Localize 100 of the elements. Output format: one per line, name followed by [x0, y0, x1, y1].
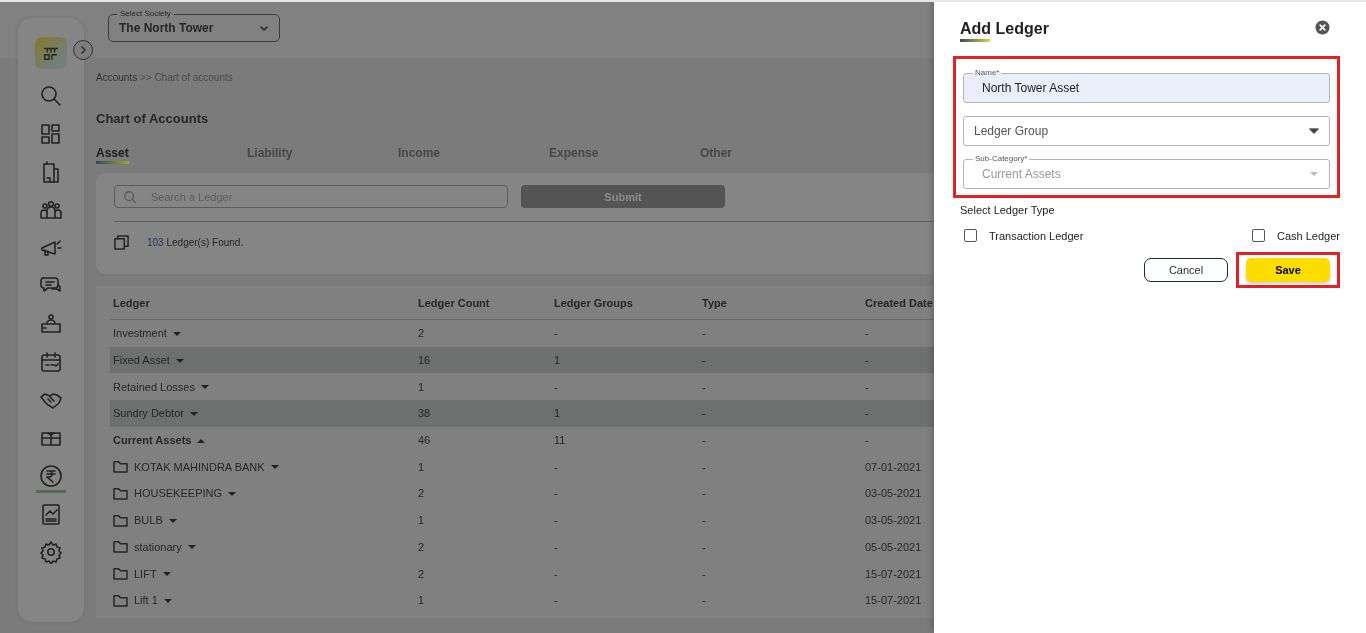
chart-report-icon [39, 502, 63, 526]
expand-caret-icon[interactable] [162, 572, 171, 577]
table-cell-text: 2 [418, 540, 426, 553]
table-cell-text: - [865, 327, 870, 340]
table-cell-text: 16 [418, 354, 432, 367]
expand-caret-icon[interactable] [270, 465, 279, 470]
table-cell-text: 07-01-2021 [865, 460, 923, 473]
ledger-name[interactable]: Lift 1 [134, 594, 158, 607]
ledger-name[interactable]: Current Assets [113, 434, 192, 447]
expand-caret-icon[interactable] [175, 358, 184, 363]
ledger-count-text: 103 Ledger(s) Found. [147, 237, 244, 248]
expand-sidebar-button[interactable] [73, 40, 93, 60]
folder-icon [113, 513, 128, 527]
checkbox-label[interactable]: Transaction Ledger [989, 229, 1084, 242]
people-icon [39, 198, 63, 222]
ledger-name[interactable]: LIFT [134, 567, 157, 580]
table-cell-text: 03-05-2021 [865, 514, 923, 527]
submit-button[interactable]: Submit [521, 185, 725, 208]
table-cell-text: 2 [418, 327, 426, 340]
table-cell-text: 1 [418, 460, 426, 473]
table-cell-text: - [702, 380, 707, 393]
ledger-name[interactable]: Investment [113, 327, 167, 340]
expand-caret-icon[interactable] [228, 491, 237, 496]
table-cell-text: - [702, 354, 707, 367]
table-cell-text: - [865, 354, 870, 367]
table-cell-text: 38 [418, 407, 432, 420]
copy-icon[interactable] [114, 235, 129, 250]
dropdown-caret-icon [1309, 128, 1319, 134]
table-cell-text: 1 [418, 380, 426, 393]
ledger-group-select[interactable]: Ledger Group [963, 116, 1330, 146]
table-cell-text: 1 [554, 407, 562, 420]
checkbox[interactable] [964, 229, 977, 242]
table-cell-text: 03-05-2021 [865, 487, 923, 500]
expand-caret-icon[interactable] [189, 411, 198, 416]
table-cell-text: - [554, 327, 559, 340]
checkbox[interactable] [1252, 229, 1265, 242]
search-icon [123, 189, 137, 204]
close-icon[interactable] [1315, 20, 1330, 35]
table-cell-text: 11 [554, 434, 567, 447]
column-header: Ledger Count [418, 296, 491, 309]
table-cell-text: - [554, 594, 559, 607]
table-cell-text: 1 [554, 354, 562, 367]
breadcrumb-link[interactable]: Accounts [96, 72, 138, 83]
page-title: Chart of Accounts [96, 111, 210, 126]
search-icon [39, 84, 63, 108]
grid-icon [39, 122, 63, 146]
table-cell-text: - [554, 514, 559, 527]
panel-title: Add Ledger [960, 20, 1049, 42]
table-cell-text: - [702, 487, 707, 500]
table-cell-text: - [702, 567, 707, 580]
settings-icon [39, 540, 63, 564]
save-button[interactable]: Save [1246, 258, 1330, 282]
dropdown-caret-icon [1309, 171, 1319, 177]
table-cell-text: - [865, 380, 870, 393]
expand-caret-icon[interactable] [172, 331, 181, 336]
table-cell-text: 15-07-2021 [865, 567, 923, 580]
collapse-caret-icon[interactable] [197, 438, 206, 443]
table-cell-text: - [554, 540, 559, 553]
ledger-name[interactable]: Sundry Debtor [113, 407, 184, 420]
folder-icon [113, 540, 128, 554]
ledger-name[interactable]: stationary [134, 540, 182, 553]
table-cell-text: - [865, 407, 870, 420]
expand-caret-icon[interactable] [187, 545, 196, 550]
checkbox-label[interactable]: Cash Ledger [1277, 229, 1340, 242]
tab[interactable]: Asset [96, 146, 129, 164]
table-cell-text: - [702, 434, 707, 447]
ledger-name[interactable]: Fixed Asset [113, 354, 170, 367]
table-cell-text: 1 [418, 594, 426, 607]
column-header: Ledger [113, 296, 151, 309]
table-cell-text: - [702, 594, 707, 607]
folder-icon [113, 486, 128, 500]
table-cell-text: 05-05-2021 [865, 540, 923, 553]
folder-icon [113, 593, 128, 607]
table-cell-text: - [554, 380, 559, 393]
table-cell-text: - [554, 487, 559, 500]
nav-item[interactable] [36, 464, 66, 493]
field-label: Select Society [117, 9, 174, 18]
column-header: Ledger Groups [554, 296, 634, 309]
table-cell-text: - [865, 434, 870, 447]
app-logo[interactable] [35, 37, 67, 69]
chevron-right-icon [78, 45, 88, 55]
column-header: Created Date [865, 296, 934, 309]
section-label: Select Ledger Type [960, 204, 1056, 216]
desk-icon [39, 312, 63, 336]
expand-caret-icon[interactable] [163, 598, 172, 603]
ledger-name[interactable]: Retained Losses [113, 380, 195, 393]
table-cell-text: 1 [418, 514, 426, 527]
table-cell-text: 2 [418, 487, 426, 500]
rupee-icon [39, 464, 63, 488]
expand-caret-icon[interactable] [168, 518, 177, 523]
table-cell-text: - [554, 460, 559, 473]
ledger-name[interactable]: BULB [134, 514, 163, 527]
ledger-name[interactable]: HOUSEKEEPING [134, 487, 223, 500]
ledger-name[interactable]: KOTAK MAHINDRA BANK [134, 460, 265, 473]
chevron-down-icon [259, 23, 269, 33]
table-cell-text: - [702, 540, 707, 553]
expand-caret-icon[interactable] [200, 385, 209, 390]
table-cell-text: 46 [418, 434, 432, 447]
cancel-button[interactable]: Cancel [1144, 258, 1228, 282]
table-cell-text: 2 [418, 567, 426, 580]
